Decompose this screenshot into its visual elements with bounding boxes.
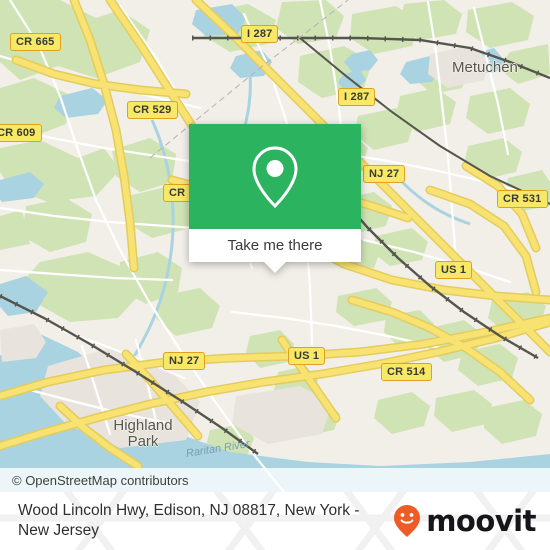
moovit-smiley-pin-icon — [394, 505, 421, 537]
road-shield: I 287 — [338, 88, 376, 106]
road-shield: NJ 27 — [163, 352, 206, 370]
road-shield: US 1 — [288, 347, 326, 365]
moovit-wordmark: moovit — [426, 503, 536, 538]
road-shield: NJ 27 — [363, 165, 406, 183]
road-shield: CR 531 — [497, 190, 548, 208]
road-shield: I 287 — [241, 25, 279, 43]
place-label-metuchen: Metuchen — [452, 59, 518, 76]
osm-attribution-text[interactable]: © OpenStreetMap contributors — [0, 473, 189, 488]
road-shield: CR 514 — [381, 363, 432, 381]
moovit-brand[interactable]: moovit — [392, 504, 536, 538]
callout-footer[interactable]: Take me there — [189, 229, 361, 273]
footer-bar: Wood Lincoln Hwy, Edison, NJ 08817, New … — [0, 492, 550, 550]
callout-header — [189, 124, 361, 229]
road-shield: US 1 — [435, 261, 473, 279]
footer-content: Wood Lincoln Hwy, Edison, NJ 08817, New … — [0, 492, 550, 550]
callout-tail — [264, 262, 286, 273]
location-callout-card[interactable]: Take me there — [189, 124, 361, 273]
map-pin-icon — [252, 145, 298, 208]
road-shield: CR 529 — [127, 101, 178, 119]
moovit-map-screenshot: CR 665 CR 529 CR 609 I 287 I 287 CR 514 … — [0, 0, 550, 550]
take-me-there-label: Take me there — [227, 237, 323, 254]
road-shield: CR 665 — [10, 33, 61, 51]
map-attribution-bar: © OpenStreetMap contributors — [0, 468, 550, 492]
road-shield: CR 609 — [0, 124, 42, 142]
place-label-highland-park: Highland Park — [113, 417, 173, 450]
map-canvas[interactable]: CR 665 CR 529 CR 609 I 287 I 287 CR 514 … — [0, 0, 550, 492]
location-address-text: Wood Lincoln Hwy, Edison, NJ 08817, New … — [18, 502, 360, 539]
